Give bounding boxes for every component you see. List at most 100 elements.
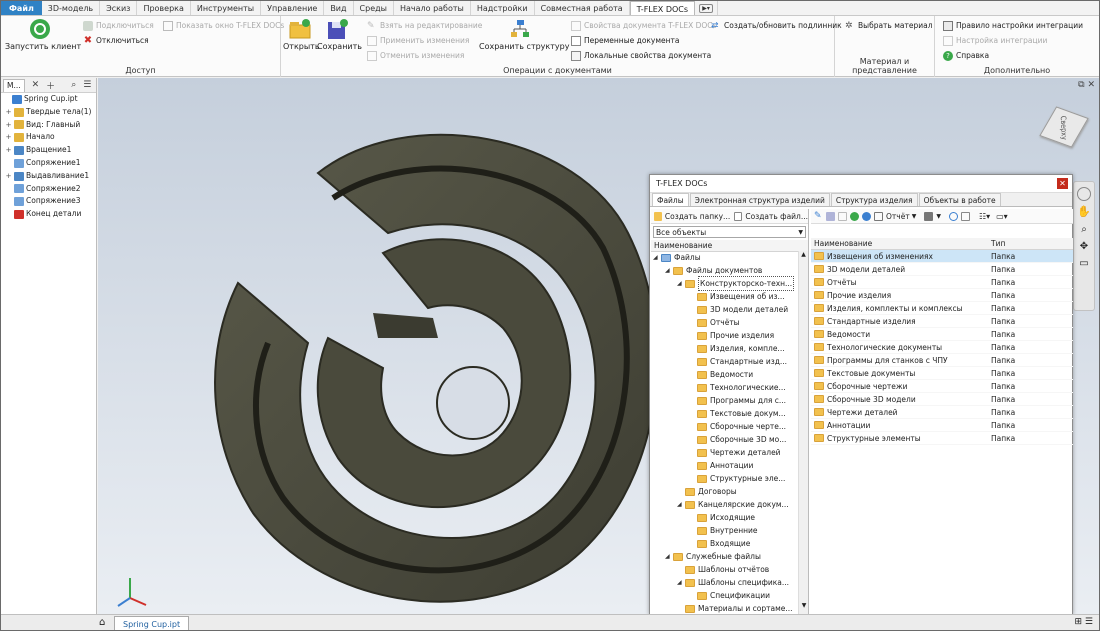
tab-sketch[interactable]: Эскиз xyxy=(100,1,138,15)
download-icon[interactable] xyxy=(862,211,871,221)
expanded-icon[interactable]: ◢ xyxy=(677,498,685,511)
delete-icon[interactable] xyxy=(838,211,847,221)
column-type[interactable]: Тип xyxy=(991,238,1005,250)
browser-node[interactable]: + Выдавливание1 xyxy=(1,170,96,183)
look-at-icon[interactable]: ▭ xyxy=(1074,258,1094,269)
tree-folder-node[interactable]: Внутренние xyxy=(689,524,758,537)
tflex-docs-window[interactable]: T-FLEX DOCs ✕ Файлы Электронная структур… xyxy=(649,174,1073,615)
scroll-up-icon[interactable]: ▲ xyxy=(799,251,808,263)
list-icon[interactable] xyxy=(960,211,970,221)
document-tab[interactable]: Spring Cup.ipt xyxy=(114,616,190,630)
show-window-button[interactable]: Показать окно T-FLEX DOCs xyxy=(163,20,284,32)
integration-rule-button[interactable]: Правило настройки интеграции xyxy=(943,20,1083,32)
help-button[interactable]: ? Справка xyxy=(943,50,989,62)
zoom-icon[interactable]: ⌕ xyxy=(1074,224,1094,235)
list-item[interactable]: Стандартные изделия Папка xyxy=(811,315,1073,328)
start-client-button[interactable]: Запустить клиент xyxy=(5,18,81,51)
browser-tab[interactable]: М... xyxy=(3,78,25,92)
save-button[interactable]: Сохранить xyxy=(317,18,362,51)
tree-folder-node[interactable]: Входящие xyxy=(689,537,750,550)
list-item[interactable]: Текстовые документы Папка xyxy=(811,367,1073,380)
pan-hand-icon[interactable]: ✋ xyxy=(1074,205,1094,218)
pencil-icon[interactable]: ✎ xyxy=(814,211,823,221)
tab-product-structure[interactable]: Структура изделия xyxy=(830,193,918,206)
tree-folder-node[interactable]: Шаблоны отчётов xyxy=(677,563,769,576)
list-item[interactable]: Структурные элементы Папка xyxy=(811,432,1073,445)
expand-icon[interactable]: + xyxy=(5,170,12,183)
browser-node[interactable]: + Вид: Главный xyxy=(1,119,96,132)
columns-icon[interactable]: ▭▾ xyxy=(996,212,1008,221)
tab-view[interactable]: Вид xyxy=(324,1,354,15)
list-item[interactable]: 3D модели деталей Папка xyxy=(811,263,1073,276)
tree-folder-node[interactable]: Материалы и сортаме... xyxy=(677,602,793,614)
list-item[interactable]: Аннотации Папка xyxy=(811,419,1073,432)
tree-folder-node[interactable]: Исходящие xyxy=(689,511,755,524)
home-icon[interactable]: ⌂ xyxy=(99,617,111,629)
tree-folder-node[interactable]: Чертежи деталей xyxy=(689,446,781,459)
list-item[interactable]: Чертежи деталей Папка xyxy=(811,406,1073,419)
create-file-button[interactable]: Создать файл... xyxy=(745,212,808,221)
browser-node[interactable]: + Начало xyxy=(1,131,96,144)
expand-icon[interactable]: + xyxy=(5,144,12,157)
tab-layout-icons[interactable]: ⊞ ☰ xyxy=(1075,617,1093,627)
tab-objects-in-work[interactable]: Объекты в работе xyxy=(918,193,1001,206)
filter-select[interactable]: Все объекты ▼ xyxy=(653,226,806,238)
search-icon[interactable] xyxy=(948,211,958,221)
tab-inspect[interactable]: Проверка xyxy=(137,1,191,15)
tree-folder-node[interactable]: Текстовые докум... xyxy=(689,407,786,420)
scroll-down-icon[interactable]: ▼ xyxy=(799,602,809,614)
expand-icon[interactable]: + xyxy=(5,119,12,132)
tree-folder-node[interactable]: Отчёты xyxy=(689,316,740,329)
tree-folder-node[interactable]: Сборочные 3D мо... xyxy=(689,433,786,446)
expanded-icon[interactable]: ◢ xyxy=(665,550,673,563)
list-item[interactable]: Сборочные 3D модели Папка xyxy=(811,393,1073,406)
browser-node[interactable]: Сопряжение2 xyxy=(1,183,96,196)
orbit-icon[interactable]: ✥ xyxy=(1074,241,1094,252)
list-item[interactable]: Сборочные чертежи Папка xyxy=(811,380,1073,393)
report-button[interactable]: Отчёт xyxy=(886,212,910,221)
list-item[interactable]: Программы для станков с ЧПУ Папка xyxy=(811,354,1073,367)
refresh-icon[interactable] xyxy=(850,211,859,221)
expand-icon[interactable]: + xyxy=(5,131,12,144)
tree-folder-node[interactable]: Ведомости xyxy=(689,368,753,381)
tree-folder-node[interactable]: Аннотации xyxy=(689,459,753,472)
open-button[interactable]: Открыть xyxy=(283,18,320,51)
list-item[interactable]: Ведомости Папка xyxy=(811,328,1073,341)
list-item[interactable]: Отчёты Папка xyxy=(811,276,1073,289)
tab-file[interactable]: Файл xyxy=(1,1,42,15)
steering-wheel-icon[interactable] xyxy=(1077,187,1091,201)
list-item[interactable]: Прочие изделия Папка xyxy=(811,289,1073,302)
browser-node[interactable]: Конец детали xyxy=(1,208,96,221)
tree-folder-node[interactable]: ◢ Конструкторско-техн... xyxy=(677,276,795,291)
list-item[interactable]: Извещения об изменениях Папка xyxy=(811,250,1073,263)
tree-folder-node[interactable]: Программы для с... xyxy=(689,394,786,407)
tab-files[interactable]: Файлы xyxy=(652,193,689,206)
close-icon[interactable]: ✕ xyxy=(32,80,40,90)
tree-folder-node[interactable]: Стандартные изд... xyxy=(689,355,787,368)
tree-folder-node[interactable]: Структурные эле... xyxy=(689,472,785,485)
search-icon[interactable]: ⌕ xyxy=(71,80,76,90)
browser-node[interactable]: + Твердые тела(1) xyxy=(1,106,96,119)
choose-material-button[interactable]: ✲ Выбрать материал xyxy=(845,20,932,32)
tab-addins[interactable]: Надстройки xyxy=(471,1,535,15)
list-item[interactable]: Изделия, комплекты и комплексы Папка xyxy=(811,302,1073,315)
tree-folder-node[interactable]: ◢ Канцелярские докум... xyxy=(677,498,789,511)
tab-manage[interactable]: Управление xyxy=(261,1,325,15)
expanded-icon[interactable]: ◢ xyxy=(665,264,673,277)
tree-folder-node[interactable]: Сборочные черте... xyxy=(689,420,786,433)
chevron-down-icon[interactable]: ▼ xyxy=(936,213,941,220)
close-viewport-icon[interactable]: ✕ xyxy=(1087,80,1095,90)
tree-scrollbar[interactable]: ▲ ▼ xyxy=(798,251,808,614)
doc-variables-button[interactable]: Переменные документа xyxy=(571,35,680,47)
tab-get-started[interactable]: Начало работы xyxy=(394,1,471,15)
tab-tools[interactable]: Инструменты xyxy=(191,1,262,15)
tab-tflex-docs[interactable]: T-FLEX DOCs xyxy=(629,1,696,15)
ribbon-options-button[interactable]: ▶▾ xyxy=(695,1,719,15)
browser-node[interactable]: Сопряжение3 xyxy=(1,195,96,208)
create-folder-button[interactable]: Создать папку... xyxy=(665,212,730,221)
browser-node[interactable]: Spring Cup.ipt xyxy=(1,93,96,106)
local-properties-button[interactable]: Локальные свойства документа xyxy=(571,50,711,62)
tab-collaborate[interactable]: Совместная работа xyxy=(535,1,630,15)
tree-folder-node[interactable]: Извещения об из... xyxy=(689,290,785,303)
disconnect-button[interactable]: ✖ Отключиться xyxy=(83,35,149,47)
